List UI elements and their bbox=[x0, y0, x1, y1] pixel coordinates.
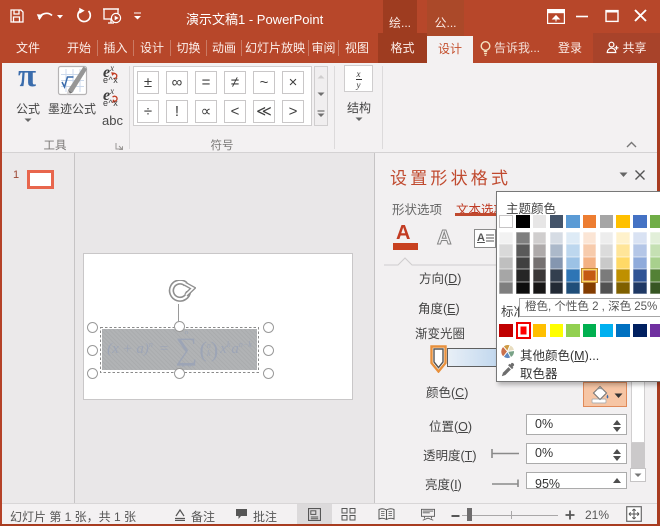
svg-text:A: A bbox=[437, 227, 451, 249]
